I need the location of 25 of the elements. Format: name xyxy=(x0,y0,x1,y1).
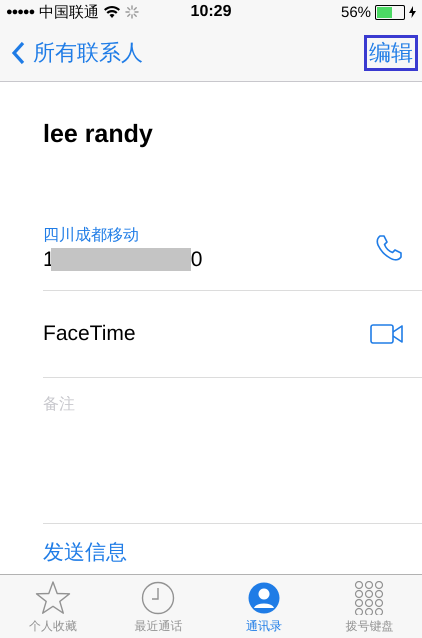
battery-icon xyxy=(375,4,406,20)
signal-strength: ●●●●● xyxy=(6,6,34,18)
keypad-icon xyxy=(354,581,384,615)
send-message-link[interactable]: 发送信息 xyxy=(43,538,127,566)
phone-number-end: 0 xyxy=(190,248,202,272)
facetime-label: FaceTime xyxy=(43,322,136,346)
clock-time: 10:29 xyxy=(190,3,232,21)
tab-bar-item[interactable]: 拨号键盘 xyxy=(316,575,422,638)
carrier-name: 中国联通 xyxy=(39,2,100,22)
video-camera-icon[interactable] xyxy=(370,324,404,344)
phone-icon[interactable] xyxy=(374,233,404,263)
tab-bar-item[interactable]: 个人收藏 xyxy=(0,575,106,638)
clock-icon xyxy=(141,581,176,615)
tab-bar-item[interactable]: 通讯录 xyxy=(211,575,316,638)
contact-name: lee randy xyxy=(43,120,154,150)
activity-spinner-icon xyxy=(125,5,140,19)
edit-button[interactable]: 编辑 xyxy=(364,34,418,70)
wifi-icon xyxy=(104,6,120,18)
back-chevron-icon xyxy=(11,40,25,64)
person-icon xyxy=(246,581,281,615)
phone-label: 四川成都移动 xyxy=(43,226,140,246)
back-button[interactable]: 所有联系人 xyxy=(6,34,148,70)
battery-percentage: 56% xyxy=(340,4,372,20)
tab-bar-item[interactable]: 最近通话 xyxy=(106,575,211,638)
star-icon xyxy=(34,581,71,615)
